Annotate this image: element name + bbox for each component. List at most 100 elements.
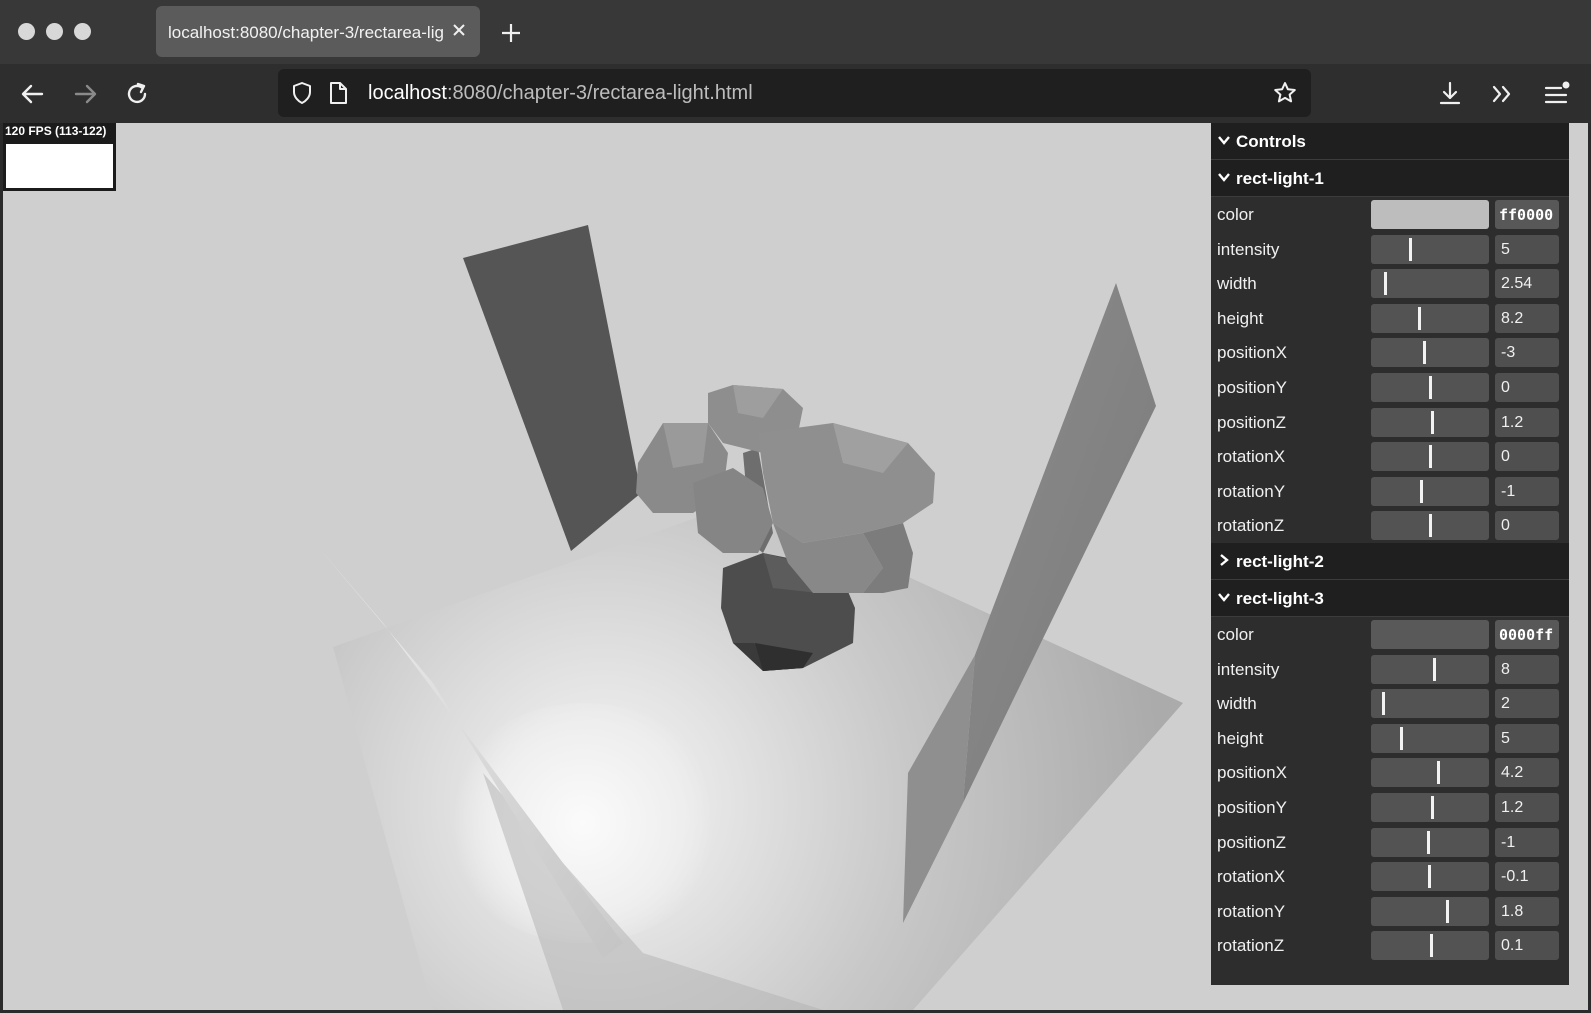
color-hex-input[interactable]: 0000ff: [1495, 620, 1559, 649]
param-number-input[interactable]: 5: [1495, 234, 1559, 264]
controls-header[interactable]: Controls: [1211, 123, 1569, 160]
folder-header-rect-light-2[interactable]: rect-light-2: [1211, 543, 1569, 580]
folder-title: rect-light-1: [1236, 169, 1324, 188]
param-label: positionZ: [1217, 832, 1286, 852]
slider-handle[interactable]: [1427, 865, 1431, 889]
param-number-input[interactable]: 1.8: [1495, 896, 1559, 926]
reload-icon[interactable]: [120, 77, 154, 111]
param-slider[interactable]: [1371, 511, 1489, 541]
param-number-input[interactable]: 0: [1495, 442, 1559, 472]
slider-handle[interactable]: [1431, 796, 1435, 819]
fps-stats-panel[interactable]: 120 FPS (113-122): [3, 123, 116, 191]
overflow-chevrons-icon[interactable]: [1485, 77, 1519, 111]
param-slider[interactable]: [1371, 407, 1489, 437]
slider-handle[interactable]: [1431, 410, 1435, 434]
param-number-input[interactable]: 0: [1495, 511, 1559, 541]
param-number-input[interactable]: -3: [1495, 338, 1559, 368]
param-label: rotationX: [1217, 447, 1286, 467]
slider-handle[interactable]: [1429, 514, 1432, 538]
param-slider[interactable]: [1371, 793, 1489, 822]
slider-handle[interactable]: [1437, 761, 1441, 785]
shield-icon[interactable]: [288, 79, 316, 107]
param-slider[interactable]: [1371, 338, 1489, 368]
url-bar[interactable]: localhost:8080/chapter-3/rectarea-light.…: [278, 69, 1311, 117]
download-icon[interactable]: [1433, 77, 1467, 111]
param-row-positionZ: positionZ 1.2: [1211, 405, 1569, 440]
slider-handle[interactable]: [1419, 479, 1423, 503]
param-number-input[interactable]: 2.54: [1495, 269, 1559, 299]
param-number-input[interactable]: -0.1: [1495, 862, 1559, 892]
slider-handle[interactable]: [1426, 830, 1430, 854]
chevron-right-icon: [1220, 554, 1229, 566]
param-slider[interactable]: [1371, 896, 1489, 926]
param-slider[interactable]: [1371, 723, 1489, 753]
window-close-button[interactable]: [18, 23, 35, 40]
param-row-rotationY: rotationY -1: [1211, 474, 1569, 509]
param-label: rotationZ: [1217, 516, 1285, 536]
param-number-input[interactable]: 4.2: [1495, 758, 1559, 788]
param-slider[interactable]: [1371, 862, 1489, 892]
param-label: height: [1217, 308, 1264, 328]
param-number-input[interactable]: 2: [1495, 689, 1559, 719]
param-slider[interactable]: [1371, 654, 1489, 684]
slider-handle[interactable]: [1408, 237, 1412, 261]
param-row-positionY: positionY 0: [1211, 370, 1569, 405]
controls-title: Controls: [1236, 132, 1306, 151]
param-slider[interactable]: [1371, 758, 1489, 788]
param-slider[interactable]: [1371, 931, 1489, 961]
app-menu-icon[interactable]: [1539, 77, 1573, 111]
slider-handle[interactable]: [1430, 934, 1434, 958]
param-slider[interactable]: [1371, 269, 1489, 299]
param-slider[interactable]: [1371, 827, 1489, 857]
page-icon[interactable]: [326, 79, 350, 107]
bookmark-star-icon[interactable]: [1271, 79, 1299, 107]
param-slider[interactable]: [1371, 234, 1489, 264]
close-icon[interactable]: [446, 17, 472, 43]
param-slider[interactable]: [1371, 689, 1489, 719]
param-label: intensity: [1217, 239, 1280, 259]
param-number-input[interactable]: 8.2: [1495, 303, 1559, 333]
param-value: -1: [1501, 833, 1516, 851]
url-text[interactable]: localhost:8080/chapter-3/rectarea-light.…: [368, 82, 753, 105]
param-slider[interactable]: [1371, 476, 1489, 506]
param-label: color: [1217, 625, 1254, 644]
param-slider[interactable]: [1371, 303, 1489, 333]
new-tab-plus-icon[interactable]: [496, 18, 526, 48]
window-zoom-button[interactable]: [74, 23, 91, 40]
param-number-input[interactable]: 5: [1495, 723, 1559, 753]
chevron-down-icon: [1218, 136, 1230, 145]
slider-handle[interactable]: [1381, 692, 1385, 716]
tab-title: localhost:8080/chapter-3/rectarea-light.…: [168, 23, 444, 42]
param-number-input[interactable]: -1: [1495, 827, 1559, 857]
param-number-input[interactable]: -1: [1495, 476, 1559, 506]
slider-handle[interactable]: [1399, 726, 1403, 750]
color-swatch[interactable]: [1371, 620, 1489, 649]
forward-arrow-icon[interactable]: [68, 77, 102, 111]
slider-handle[interactable]: [1418, 306, 1422, 330]
folder-header-rect-light-3[interactable]: rect-light-3: [1211, 580, 1569, 617]
param-value: 4.2: [1501, 764, 1524, 782]
slider-handle[interactable]: [1384, 272, 1388, 296]
param-slider[interactable]: [1371, 373, 1489, 402]
param-row-rotationZ: rotationZ 0.1: [1211, 928, 1569, 963]
back-arrow-icon[interactable]: [16, 77, 50, 111]
param-number-input[interactable]: 0.1: [1495, 931, 1559, 961]
slider-handle[interactable]: [1423, 341, 1427, 365]
folder-header-rect-light-1[interactable]: rect-light-1: [1211, 160, 1569, 197]
color-row: color 0000ff: [1211, 617, 1569, 652]
param-row-rotationX: rotationX -0.1: [1211, 859, 1569, 894]
window-minimize-button[interactable]: [46, 23, 63, 40]
param-label: positionX: [1217, 343, 1287, 363]
param-number-input[interactable]: 0: [1495, 373, 1559, 402]
param-number-input[interactable]: 8: [1495, 654, 1559, 684]
param-number-input[interactable]: 1.2: [1495, 793, 1559, 822]
color-swatch[interactable]: [1371, 200, 1489, 229]
slider-handle[interactable]: [1429, 376, 1432, 399]
param-slider[interactable]: [1371, 442, 1489, 472]
slider-handle[interactable]: [1429, 445, 1432, 469]
param-number-input[interactable]: 1.2: [1495, 407, 1559, 437]
browser-tab[interactable]: localhost:8080/chapter-3/rectarea-light.…: [156, 6, 480, 57]
slider-handle[interactable]: [1432, 657, 1436, 681]
color-hex-input[interactable]: ff0000: [1495, 200, 1559, 229]
slider-handle[interactable]: [1445, 899, 1449, 923]
